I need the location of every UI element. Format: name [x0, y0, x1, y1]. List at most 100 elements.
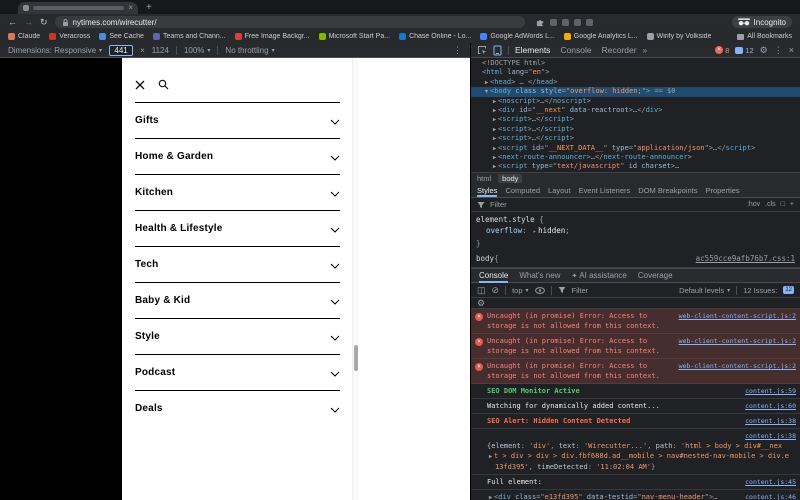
twisty-icon[interactable]: ▶: [487, 452, 494, 462]
source-link[interactable]: content.js:59: [745, 386, 796, 396]
menu-item[interactable]: Home & Garden: [135, 138, 340, 174]
dom-tree-row[interactable]: ▶<script>…</script>: [471, 125, 800, 134]
issues-count-badge[interactable]: 12: [735, 46, 753, 55]
tab-elements[interactable]: Elements: [515, 45, 550, 55]
console-message[interactable]: SEO Alert: Hidden Content Detectedconten…: [471, 414, 800, 429]
tab-computed[interactable]: Computed: [505, 186, 540, 195]
tab-layout[interactable]: Layout: [548, 186, 571, 195]
dom-tree-row[interactable]: <html lang="en">: [471, 68, 800, 77]
log-levels-select[interactable]: Default levels▾: [679, 286, 730, 295]
dom-tree-row[interactable]: ▶<script type="text/javascript" id chars…: [471, 162, 800, 171]
inspect-icon[interactable]: [477, 45, 487, 55]
twisty-icon[interactable]: ▶: [487, 493, 494, 500]
scrollbar-thumb[interactable]: [354, 345, 358, 371]
console-message[interactable]: ×Uncaught (in promise) Error: Access tos…: [471, 309, 800, 334]
menu-item[interactable]: Health & Lifestyle: [135, 210, 340, 246]
source-link[interactable]: content.js:60: [745, 401, 796, 411]
source-link[interactable]: content.js:45: [745, 477, 796, 487]
extension-icon[interactable]: [586, 19, 593, 26]
bookmark-item[interactable]: Microsoft Start Pa...: [319, 33, 390, 40]
menu-item[interactable]: Tech: [135, 246, 340, 282]
console-message[interactable]: ×Uncaught (in promise) Error: Access tos…: [471, 334, 800, 359]
devtools-close-icon[interactable]: ×: [789, 46, 794, 55]
close-icon[interactable]: [135, 80, 145, 90]
tab-recorder[interactable]: Recorder: [602, 45, 637, 55]
dom-tree-row[interactable]: ▶<script>…</script>: [471, 115, 800, 124]
breadcrumb-item[interactable]: html: [477, 174, 491, 183]
execution-context-select[interactable]: top▾: [512, 286, 528, 295]
dom-tree-row[interactable]: ▶<next-route-announcer>…</next-route-ann…: [471, 153, 800, 162]
console-settings-gear-icon[interactable]: ⚙: [477, 299, 485, 308]
search-icon[interactable]: [158, 79, 169, 90]
viewport-width-input[interactable]: [109, 45, 133, 56]
tab-styles[interactable]: Styles: [477, 185, 497, 197]
twisty-icon[interactable]: ▼: [483, 88, 490, 97]
css-property-name[interactable]: overflow: [486, 226, 522, 235]
bookmark-item[interactable]: Claude: [8, 33, 40, 40]
dom-tree-row[interactable]: ▶<script>…</script>: [471, 134, 800, 143]
console-sidebar-icon[interactable]: ◫: [477, 286, 486, 295]
inline-style-selector[interactable]: element.style: [476, 215, 535, 224]
zoom-select[interactable]: 100%▾: [184, 46, 210, 55]
console-message[interactable]: content.js:38{element: 'div', text: 'Wir…: [471, 429, 800, 475]
dom-tree-row[interactable]: ▶<script id="__NEXT_DATA__" type="applic…: [471, 144, 800, 153]
styles-filter-input[interactable]: Filter: [490, 200, 507, 209]
bookmark-item[interactable]: See Cache: [99, 33, 144, 40]
bookmark-item[interactable]: Veracross: [49, 33, 90, 40]
bookmark-item[interactable]: Google AdWords L...: [480, 33, 554, 40]
grid-icon[interactable]: □: [781, 201, 785, 208]
menu-item[interactable]: Podcast: [135, 354, 340, 390]
device-toolbar-toggle-icon[interactable]: [493, 45, 502, 56]
css-declaration[interactable]: overflow: ▸hidden;: [476, 225, 795, 238]
css-source-link[interactable]: ac559cce9afb76b7.css:1: [696, 253, 795, 264]
drawer-tab-coverage[interactable]: Coverage: [638, 271, 673, 280]
bookmark-item[interactable]: Chase Online - Lo...: [399, 33, 471, 40]
bookmark-item[interactable]: Teams and Chann...: [153, 33, 226, 40]
source-link[interactable]: content.js:38: [745, 416, 796, 426]
console-message[interactable]: Full element:content.js:45: [471, 475, 800, 490]
viewport-height-input[interactable]: 1124: [152, 46, 169, 55]
dom-tree-row[interactable]: ▶<noscript>…</noscript>: [471, 97, 800, 106]
more-tabs-icon[interactable]: »: [643, 46, 647, 55]
bookmark-item[interactable]: Google Analytics L...: [564, 33, 638, 40]
source-link[interactable]: web-client-content-script.js:2: [679, 311, 796, 321]
new-tab-button[interactable]: +: [146, 2, 152, 14]
eye-icon[interactable]: [535, 287, 545, 294]
twisty-icon[interactable]: ▶: [491, 163, 498, 172]
tab-dom-breakpoints[interactable]: DOM Breakpoints: [638, 186, 697, 195]
nav-overlay-backdrop[interactable]: [0, 58, 122, 500]
menu-item[interactable]: Gifts: [135, 102, 340, 138]
console-message[interactable]: SEO DOM Monitor Activecontent.js:59: [471, 384, 800, 399]
menu-item[interactable]: Baby & Kid: [135, 282, 340, 318]
scrollbar[interactable]: [352, 58, 358, 500]
tab-properties[interactable]: Properties: [705, 186, 739, 195]
browser-tab[interactable]: ×: [18, 2, 138, 14]
settings-gear-icon[interactable]: ⚙: [760, 46, 768, 55]
drawer-tab-ai-assistance[interactable]: ✦ AI assistance: [571, 271, 626, 280]
clear-console-icon[interactable]: ⊘: [492, 286, 500, 295]
tab-close-icon[interactable]: ×: [128, 4, 133, 12]
dom-tree-row[interactable]: ▼<body class style="overflow: hidden;"> …: [471, 87, 800, 96]
css-property-value[interactable]: hidden: [538, 226, 565, 235]
source-link[interactable]: web-client-content-script.js:2: [679, 336, 796, 346]
throttling-select[interactable]: No throttling▾: [225, 46, 274, 55]
tab-console[interactable]: Console: [560, 45, 591, 55]
error-count-badge[interactable]: ×8: [715, 46, 729, 55]
dom-tree-row[interactable]: ▶<div id="__next" data-reactroot>…</div>: [471, 106, 800, 115]
source-link[interactable]: content.js:38: [745, 432, 796, 440]
bookmark-item[interactable]: Wirify by Volkside: [647, 33, 712, 40]
puzzle-icon[interactable]: [536, 18, 545, 27]
console-message[interactable]: Watching for dynamically added content..…: [471, 399, 800, 414]
new-style-rule-button[interactable]: +: [790, 201, 794, 208]
drawer-tab-what-s-new[interactable]: What's new: [519, 271, 560, 280]
source-link[interactable]: web-client-content-script.js:2: [679, 361, 796, 371]
reload-button[interactable]: ↻: [40, 14, 48, 30]
console-message[interactable]: ×Uncaught (in promise) Error: Access tos…: [471, 359, 800, 384]
extension-icon[interactable]: [550, 19, 557, 26]
console-filter-input[interactable]: Filter: [572, 286, 589, 295]
all-bookmarks-button[interactable]: All Bookmarks: [737, 33, 792, 40]
dimensions-select[interactable]: Dimensions: Responsive▾: [8, 46, 102, 55]
issues-chip[interactable]: 12: [783, 286, 794, 294]
bookmark-item[interactable]: Free Image Backgr...: [235, 33, 310, 40]
menu-item[interactable]: Deals: [135, 390, 340, 426]
